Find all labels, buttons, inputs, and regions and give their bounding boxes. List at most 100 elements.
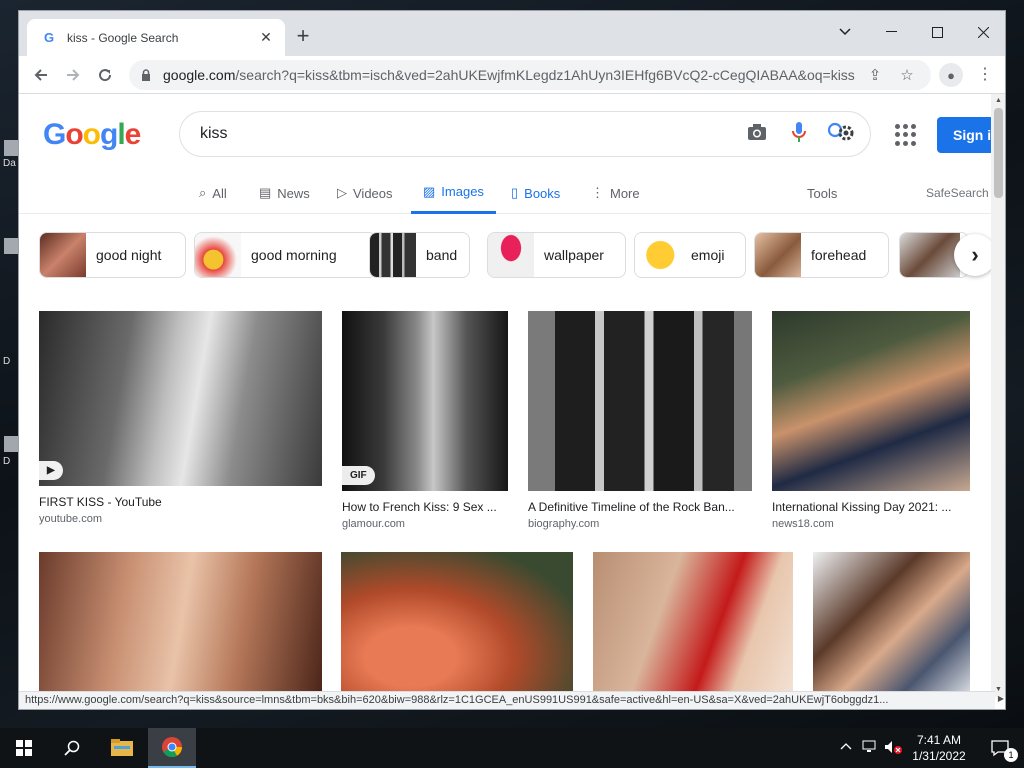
chip-label: good night (96, 247, 162, 263)
forward-arrow-icon (67, 69, 80, 81)
show-hidden-icons-chevron-icon[interactable] (840, 740, 852, 754)
result-image[interactable] (813, 552, 970, 697)
back-button[interactable] (27, 61, 55, 89)
network-icon[interactable] (862, 740, 878, 757)
image-result[interactable]: International Kissing Day 2021: ... news… (772, 311, 970, 530)
desktop-shortcut-label: Da (3, 158, 16, 169)
bookmark-star-icon[interactable]: ☆ (895, 66, 919, 84)
image-result[interactable] (813, 552, 970, 697)
google-apps-icon[interactable] (895, 124, 917, 146)
result-image[interactable] (341, 552, 573, 697)
tab-news[interactable]: ▤ News (259, 172, 310, 214)
result-title[interactable]: International Kissing Day 2021: ... (772, 500, 970, 514)
image-result[interactable]: ▶ FIRST KISS - YouTube youtube.com (39, 311, 322, 525)
video-icon: ▷ (337, 185, 347, 200)
desktop-shortcut-icon[interactable] (4, 238, 18, 254)
chrome-taskbar-button[interactable] (148, 728, 196, 768)
back-arrow-icon (34, 69, 47, 81)
maximize-button[interactable] (914, 17, 960, 47)
google-logo[interactable]: Google (43, 118, 141, 152)
chip-forehead[interactable]: forehead (754, 232, 889, 278)
tab-books[interactable]: ▯ Books (511, 172, 560, 214)
result-image[interactable] (528, 311, 752, 491)
result-title[interactable]: FIRST KISS - YouTube (39, 495, 322, 509)
sign-in-button[interactable]: Sign i (937, 117, 991, 153)
url-host: google.com (163, 67, 236, 83)
chrome-menu-icon[interactable]: ⋮ (975, 63, 995, 87)
image-result[interactable] (341, 552, 573, 697)
result-title[interactable]: A Definitive Timeline of the Rock Ban... (528, 500, 752, 514)
chip-good-morning[interactable]: good morning (194, 232, 377, 278)
chip-thumbnail (488, 233, 534, 277)
clock-date: 1/31/2022 (912, 749, 966, 763)
logo-letter: G (43, 118, 66, 151)
image-result[interactable] (39, 552, 322, 697)
new-tab-button[interactable]: + (289, 24, 317, 48)
vertical-scrollbar[interactable]: ▲ ▼ (991, 94, 1005, 697)
search-tabs: ⌕ All ▤ News ▷ Videos ▨ Images ▯ Books ⋮ More … (19, 172, 991, 214)
related-chips: good night good morning band wallpaper e… (19, 232, 991, 280)
close-window-button[interactable] (960, 17, 1005, 47)
system-clock[interactable]: 7:41 AM 1/31/2022 (904, 732, 974, 764)
image-result[interactable]: A Definitive Timeline of the Rock Ban...… (528, 311, 752, 530)
file-explorer-button[interactable] (98, 728, 146, 768)
chip-wallpaper[interactable]: wallpaper (487, 232, 626, 278)
result-image[interactable] (593, 552, 793, 697)
chips-next-arrow-icon[interactable]: › (954, 234, 991, 276)
lock-icon[interactable] (141, 69, 153, 81)
action-center-button[interactable]: 1 (976, 728, 1024, 768)
url-text[interactable]: google.com/search?q=kiss&tbm=isch&ved=2a… (163, 67, 855, 83)
scroll-up-arrow-icon[interactable]: ▲ (991, 94, 1005, 108)
image-result[interactable] (593, 552, 793, 697)
chip-emoji[interactable]: emoji (634, 232, 746, 278)
tab-search-chevron-icon[interactable] (822, 17, 868, 47)
tab-title: kiss - Google Search (67, 30, 179, 45)
chip-band[interactable]: band (369, 232, 470, 278)
result-source[interactable]: glamour.com (342, 518, 508, 530)
desktop-shortcut-label: D (3, 356, 11, 367)
address-bar[interactable]: google.com/search?q=kiss&tbm=isch&ved=2a… (129, 60, 931, 90)
scroll-right-arrow-icon[interactable]: ▶ (995, 694, 1005, 703)
minimize-button[interactable] (868, 17, 914, 47)
profile-avatar-icon[interactable]: ● (939, 63, 963, 87)
taskbar-search-button[interactable] (48, 728, 96, 768)
result-source[interactable]: youtube.com (39, 513, 322, 525)
browser-toolbar: google.com/search?q=kiss&tbm=isch&ved=2a… (19, 56, 1005, 94)
share-icon[interactable]: ⇪ (863, 66, 887, 84)
search-results-page: Google kiss Sign i ⌕ All ▤ News ▷ Videos ▨ I… (19, 94, 991, 697)
notification-count-badge: 1 (1004, 748, 1018, 762)
search-box[interactable]: kiss (179, 111, 871, 157)
search-settings-gear-icon[interactable] (826, 121, 856, 148)
logo-letter: l (117, 118, 125, 151)
image-result[interactable]: GIF How to French Kiss: 9 Sex ... glamou… (342, 311, 508, 530)
reload-button[interactable] (91, 61, 119, 89)
close-tab-icon[interactable]: ✕ (257, 29, 275, 46)
logo-letter: o (82, 118, 101, 151)
tab-videos[interactable]: ▷ Videos (337, 172, 393, 214)
camera-icon[interactable] (742, 123, 772, 146)
result-source[interactable]: biography.com (528, 518, 752, 530)
result-image[interactable]: ▶ (39, 311, 322, 486)
desktop-shortcut-icon[interactable] (4, 436, 18, 452)
result-image[interactable] (772, 311, 970, 491)
start-button[interactable] (0, 728, 48, 768)
forward-button[interactable] (59, 61, 87, 89)
microphone-icon[interactable] (784, 121, 814, 148)
result-image[interactable] (39, 552, 322, 697)
tab-images[interactable]: ▨ Images (411, 172, 496, 214)
tab-label: Books (524, 185, 561, 201)
chip-good-night[interactable]: good night (39, 232, 186, 278)
image-icon: ▨ (423, 183, 436, 199)
tools-button[interactable]: Tools (807, 172, 837, 214)
result-title[interactable]: How to French Kiss: 9 Sex ... (342, 500, 508, 514)
volume-muted-icon[interactable] (884, 740, 902, 757)
result-source[interactable]: news18.com (772, 518, 970, 530)
browser-tab[interactable]: G kiss - Google Search ✕ (27, 19, 285, 56)
safesearch-button[interactable]: SafeSearch (926, 172, 989, 214)
result-image[interactable]: GIF (342, 311, 508, 491)
tab-more[interactable]: ⋮ More (591, 172, 640, 214)
tab-all[interactable]: ⌕ All (199, 172, 227, 214)
search-input[interactable]: kiss (200, 125, 730, 143)
desktop-shortcut-icon[interactable] (4, 140, 18, 156)
scrollbar-thumb[interactable] (994, 108, 1003, 198)
